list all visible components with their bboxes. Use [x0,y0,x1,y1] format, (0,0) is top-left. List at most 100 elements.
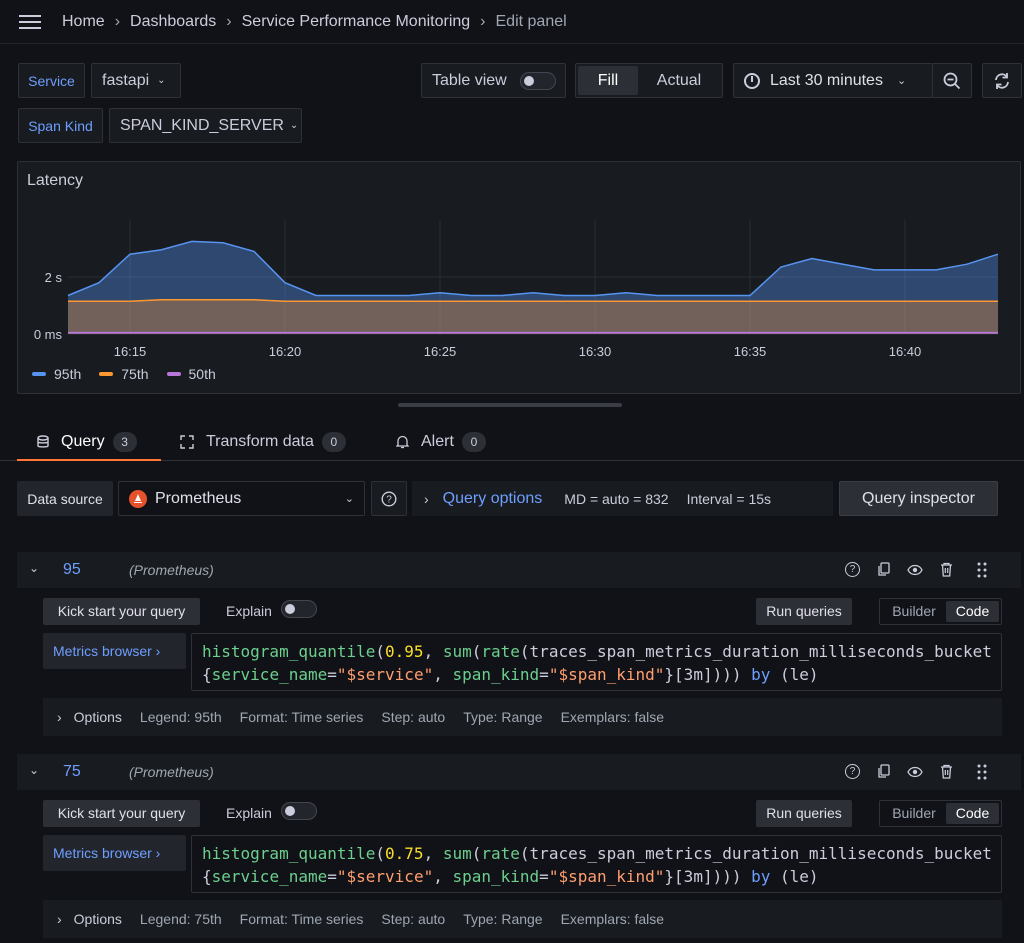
query-token: "$span_kind" [548,665,665,684]
service-variable-select[interactable]: fastapi ⌄ [91,63,181,98]
query-token: histogram_quantile [202,844,376,863]
data-source-select[interactable]: Prometheus ⌄ [118,481,365,516]
query-token: span_kind [452,665,540,684]
span-kind-variable-select[interactable]: SPAN_KIND_SERVER ⌄ [109,108,302,143]
chevron-down-icon: ⌄ [289,120,299,131]
actual-option[interactable]: Actual [638,66,720,95]
explain-switch[interactable] [281,600,317,618]
chevron-down-icon[interactable]: ⌄ [29,763,39,777]
trash-icon[interactable] [940,764,953,779]
query-token: , [423,844,443,863]
time-range-picker[interactable]: Last 30 minutes ⌄ [733,63,933,98]
run-queries-button[interactable]: Run queries [756,598,852,625]
query-token: , [433,665,453,684]
chevron-down-icon[interactable]: ⌄ [29,561,39,575]
editor-mode-radio: Builder Code [879,598,1002,625]
database-icon [37,434,49,448]
query-token: { [202,867,212,886]
query-options-bar[interactable]: › Query options MD = auto = 832 Interval… [412,481,833,516]
query-token: ))) [712,665,742,684]
query-token: ( [375,844,386,863]
panel-title: Latency [27,172,84,189]
tab-alert[interactable]: Alert 0 [396,424,486,459]
bell-icon [396,435,409,448]
tab-transform-data[interactable]: Transform data 0 [180,424,346,459]
query-token: ( [471,642,482,661]
data-source-help-button[interactable]: ? [371,481,407,516]
drag-handle-icon[interactable] [977,764,987,780]
panel-resize-handle[interactable] [398,403,622,407]
menu-icon[interactable] [18,12,42,32]
drag-handle-icon[interactable] [977,562,987,578]
query-row: ⌄ 95 (Prometheus) ? Kick start your quer… [17,552,1021,742]
metrics-browser-button[interactable]: Metrics browser › [43,633,186,669]
chevron-right-icon: › [57,911,62,927]
query-token: Metrics browser › [53,643,161,659]
legend-item-95th[interactable]: 95th [32,366,81,382]
x-tick-label: 16:30 [579,344,612,359]
svg-text:?: ? [386,494,392,505]
query-line-2: {service_name="$service", span_kind="$sp… [202,663,1001,686]
prometheus-icon [129,489,147,508]
chevron-down-icon: ⌄ [896,75,907,87]
query-token: (le) [780,665,819,684]
fill-option[interactable]: Fill [578,66,638,95]
query-line-1: histogram_quantile(0.75, sum(rate(traces… [202,842,1001,865]
query-token: 0.95 [385,642,424,661]
query-token: , [423,642,443,661]
query-options-summary[interactable]: › Options Legend: 95th Format: Time seri… [43,698,1002,736]
query-header[interactable]: ⌄ 95 (Prometheus) ? [17,552,1021,588]
chevron-right-icon: › [424,490,429,507]
help-icon[interactable]: ? [845,764,860,779]
query-token: sum [442,642,472,661]
breadcrumb-home[interactable]: Home [62,13,105,31]
code-option[interactable]: Code [946,803,999,824]
code-option[interactable]: Code [946,601,999,622]
run-queries-button[interactable]: Run queries [756,800,852,827]
chevron-right-icon: › [57,709,62,725]
query-inspector-button[interactable]: Query inspector [839,481,998,516]
explain-label: Explain [226,805,272,821]
query-ref-id[interactable]: 75 [63,763,81,781]
zoom-out-button[interactable] [932,63,972,98]
query-token: Options [73,911,122,927]
legend-item-75th[interactable]: 75th [99,366,149,382]
legend-item-50th[interactable]: 50th [166,366,216,382]
query-token: sum [442,844,472,863]
kick-start-button[interactable]: Kick start your query [43,800,200,827]
tab-query[interactable]: Query 3 [17,424,161,462]
eye-icon[interactable] [907,563,923,576]
fill-actual-radio: Fill Actual [575,63,723,98]
query-token: Options [73,709,122,725]
explain-switch[interactable] [281,802,317,820]
query-code-editor[interactable]: histogram_quantile(0.75, sum(rate(traces… [191,835,1002,893]
query-token: ))) [712,867,742,886]
query-ref-id[interactable]: 95 [63,561,81,579]
query-token: Kick start your query [57,805,186,821]
refresh-button[interactable] [982,63,1022,98]
eye-icon[interactable] [907,765,923,778]
breadcrumb-dashboard[interactable]: Service Performance Monitoring [242,13,471,31]
builder-option[interactable]: Builder [882,601,946,622]
duplicate-icon[interactable] [877,562,890,577]
query-token: span_kind [452,867,540,886]
duplicate-icon[interactable] [877,764,890,779]
help-icon[interactable]: ? [845,562,860,577]
query-token: Exemplars: false [560,911,665,927]
query-code-editor[interactable]: histogram_quantile(0.95, sum(rate(traces… [191,633,1002,691]
builder-option[interactable]: Builder [882,803,946,824]
breadcrumb-dashboards[interactable]: Dashboards [130,13,216,31]
table-view-switch[interactable] [520,72,556,90]
tab-badge: 0 [461,431,486,452]
query-token: = [539,867,549,886]
query-options-summary[interactable]: › Options Legend: 75th Format: Time seri… [43,900,1002,938]
trash-icon[interactable] [940,562,953,577]
kick-start-button[interactable]: Kick start your query [43,598,200,625]
breadcrumb: Home › Dashboards › Service Performance … [62,12,567,32]
zoom-out-icon [943,72,961,89]
y-tick-label: 0 ms [34,327,63,342]
breadcrumb-separator: › [480,13,486,30]
metrics-browser-button[interactable]: Metrics browser › [43,835,186,871]
tab-badge: 3 [112,431,137,452]
query-header[interactable]: ⌄ 75 (Prometheus) ? [17,754,1021,790]
